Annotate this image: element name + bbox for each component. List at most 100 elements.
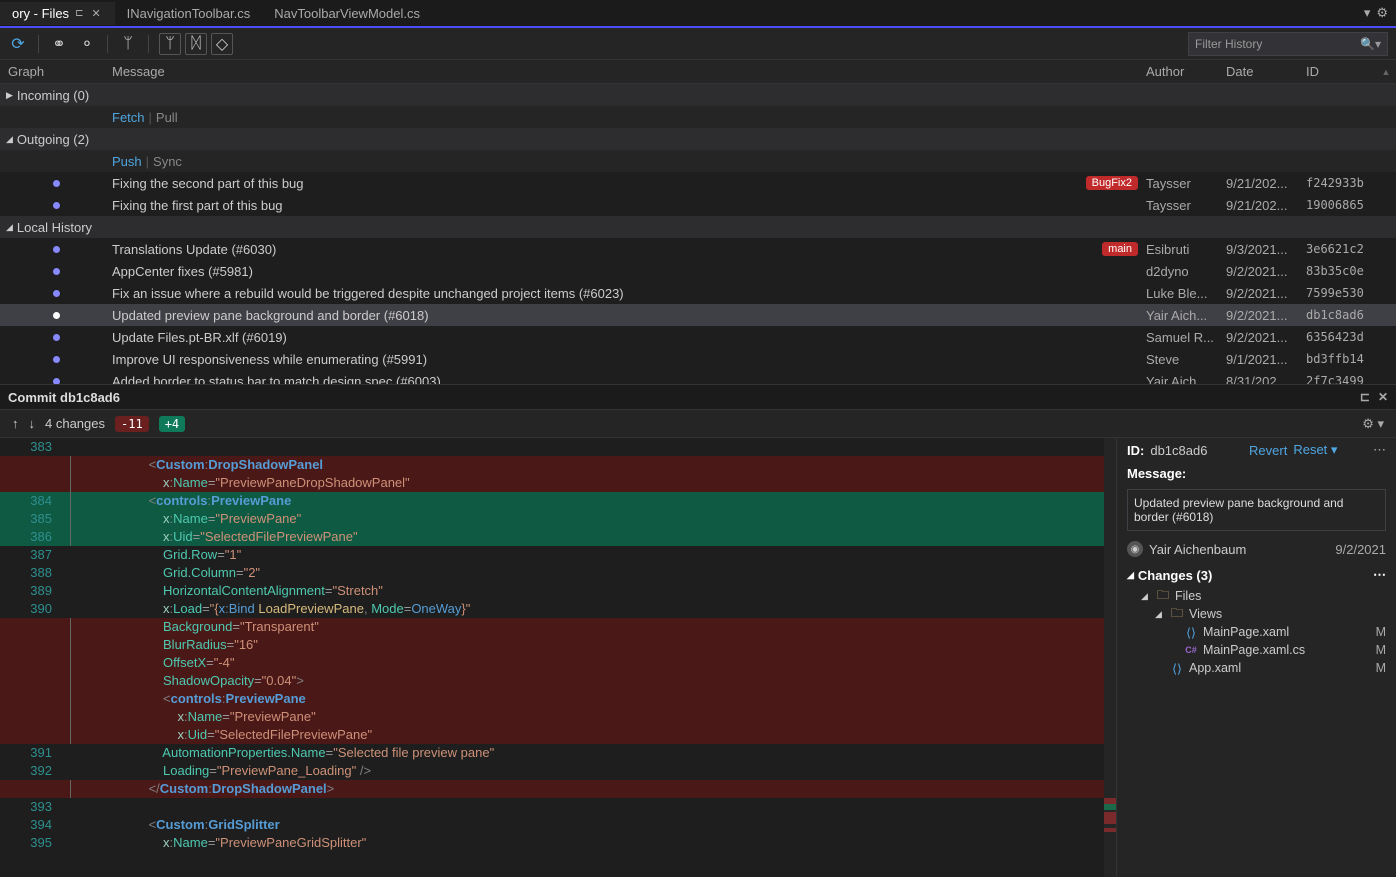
col-author[interactable]: Author xyxy=(1146,64,1226,79)
commit-row[interactable]: Fixing the second part of this bug BugFix… xyxy=(0,172,1396,194)
filter-icon[interactable]: ⚬ xyxy=(77,34,97,54)
commit-id: f242933b xyxy=(1306,176,1378,190)
col-date[interactable]: Date xyxy=(1226,64,1306,79)
commit-message: Fixing the second part of this bug xyxy=(112,176,304,191)
filter-icon[interactable]: ⚭ xyxy=(49,34,69,54)
sync-link[interactable]: Sync xyxy=(153,154,182,169)
local-history-section[interactable]: ◢Local History xyxy=(0,216,1396,238)
commit-id: 2f7c3499 xyxy=(1306,374,1378,384)
commit-message: Fixing the first part of this bug xyxy=(112,198,283,213)
commit-author: d2dyno xyxy=(1146,264,1226,279)
close-icon[interactable]: ✕ xyxy=(1378,390,1388,404)
commit-message: Updated preview pane background and bord… xyxy=(1127,489,1386,531)
commit-author: Luke Ble... xyxy=(1146,286,1226,301)
col-message[interactable]: Message xyxy=(112,64,1146,79)
commit-row[interactable]: Update Files.pt-BR.xlf (#6019) Samuel R..… xyxy=(0,326,1396,348)
filter-placeholder: Filter History xyxy=(1195,37,1262,51)
commit-detail-split: 383 <Custom:DropShadowPanel x:Name="Prev… xyxy=(0,438,1396,877)
commit-row[interactable]: Improve UI responsiveness while enumerat… xyxy=(0,348,1396,370)
commit-date: 9/2/2021... xyxy=(1226,330,1306,345)
commit-author: Yair Aich... xyxy=(1146,374,1226,385)
graph-mode-icon[interactable]: ◇ xyxy=(211,33,233,55)
restore-icon[interactable]: ⊏ xyxy=(1360,390,1370,404)
branch-tag: BugFix2 xyxy=(1086,176,1138,190)
revert-link[interactable]: Revert xyxy=(1249,443,1287,458)
close-icon[interactable]: ✕ xyxy=(89,7,102,20)
history-columns: Graph Message Author Date ID ▲ xyxy=(0,60,1396,84)
commit-details-panel: ID: db1c8ad6 Revert Reset ▾ ⋯ Message: U… xyxy=(1116,438,1396,877)
tree-file[interactable]: C#MainPage.xaml.csM xyxy=(1127,641,1396,659)
commit-date: 9/1/2021... xyxy=(1226,352,1306,367)
commit-message: Improve UI responsiveness while enumerat… xyxy=(112,352,427,367)
commit-id: 7599e530 xyxy=(1306,286,1378,300)
incoming-section[interactable]: ▶Incoming (0) xyxy=(0,84,1396,106)
fetch-link[interactable]: Fetch xyxy=(112,110,145,125)
commit-date: 9/2/2021 xyxy=(1335,542,1386,557)
search-icon[interactable]: 🔍▾ xyxy=(1360,37,1381,51)
tree-folder[interactable]: ◢🗀Files xyxy=(1127,587,1396,605)
commit-row[interactable]: Added border to status bar to match desi… xyxy=(0,370,1396,384)
more-icon[interactable]: ⋯ xyxy=(1373,567,1386,583)
commit-date: 9/21/202... xyxy=(1226,176,1306,191)
tab-file[interactable]: INavigationToolbar.cs xyxy=(115,2,263,25)
tree-folder[interactable]: ◢🗀Views xyxy=(1127,605,1396,623)
tab-file[interactable]: NavToolbarViewModel.cs xyxy=(262,2,432,25)
commit-author: Esibruti xyxy=(1146,242,1226,257)
commit-date: 9/21/202... xyxy=(1226,198,1306,213)
graph-mode-icon[interactable]: ᛞ xyxy=(185,33,207,55)
message-label: Message: xyxy=(1127,466,1186,481)
gear-icon[interactable]: ⚙ xyxy=(1376,5,1388,21)
gear-icon[interactable]: ⚙ ▾ xyxy=(1362,416,1384,432)
changes-count: 4 changes xyxy=(45,416,105,431)
commit-date: 8/31/202... xyxy=(1226,374,1306,385)
incoming-links: Fetch|Pull xyxy=(0,106,1396,128)
pin-icon[interactable]: ⊏ xyxy=(75,8,83,19)
added-badge: +4 xyxy=(159,416,185,432)
reset-link[interactable]: Reset ▾ xyxy=(1293,442,1337,458)
commit-message: Translations Update (#6030) xyxy=(112,242,276,257)
tab-label: NavToolbarViewModel.cs xyxy=(274,6,420,21)
next-change-icon[interactable]: ↓ xyxy=(29,416,36,431)
branch-icon[interactable]: ᛘ xyxy=(118,34,138,54)
avatar: ◉ xyxy=(1127,541,1143,557)
graph-mode-icon[interactable]: ᛘ xyxy=(159,33,181,55)
outgoing-section[interactable]: ◢Outgoing (2) xyxy=(0,128,1396,150)
id-value: db1c8ad6 xyxy=(1150,443,1207,458)
tree-file[interactable]: ⟨⟩App.xamlM xyxy=(1127,659,1396,677)
commit-author: Steve xyxy=(1146,352,1226,367)
filter-history-input[interactable]: Filter History 🔍▾ xyxy=(1188,32,1388,56)
commit-author: Samuel R... xyxy=(1146,330,1226,345)
tree-file[interactable]: ⟨⟩MainPage.xamlM xyxy=(1127,623,1396,641)
editor-tabs: ory - Files ⊏ ✕ INavigationToolbar.cs Na… xyxy=(0,0,1396,28)
prev-change-icon[interactable]: ↑ xyxy=(12,416,19,431)
commit-message: AppCenter fixes (#5981) xyxy=(112,264,253,279)
changes-header[interactable]: Changes (3) xyxy=(1138,568,1212,583)
commit-row[interactable]: AppCenter fixes (#5981)d2dyno9/2/2021...… xyxy=(0,260,1396,282)
commit-message: Update Files.pt-BR.xlf (#6019) xyxy=(112,330,287,345)
commit-row[interactable]: Translations Update (#6030)mainEsibruti9… xyxy=(0,238,1396,260)
diff-view[interactable]: 383 <Custom:DropShadowPanel x:Name="Prev… xyxy=(0,438,1116,877)
more-icon[interactable]: ⋯ xyxy=(1373,442,1386,458)
commit-id: 19006865 xyxy=(1306,198,1378,212)
branch-tag: main xyxy=(1102,242,1138,256)
commit-id: db1c8ad6 xyxy=(1306,308,1378,322)
minimap[interactable] xyxy=(1104,438,1116,877)
col-graph[interactable]: Graph xyxy=(0,64,112,79)
pull-link[interactable]: Pull xyxy=(156,110,178,125)
tab-history[interactable]: ory - Files ⊏ ✕ xyxy=(0,2,115,25)
history-toolbar: ⟳ ⚭ ⚬ ᛘ ᛘ ᛞ ◇ Filter History 🔍▾ xyxy=(0,28,1396,60)
history-list: ▶Incoming (0) Fetch|Pull ◢Outgoing (2) P… xyxy=(0,84,1396,384)
push-link[interactable]: Push xyxy=(112,154,142,169)
commit-id: 83b35c0e xyxy=(1306,264,1378,278)
dropdown-icon[interactable]: ▾ xyxy=(1364,5,1371,21)
commit-row[interactable]: Fix an issue where a rebuild would be tr… xyxy=(0,282,1396,304)
scroll-up-icon[interactable]: ▲ xyxy=(1378,64,1394,80)
tab-label: INavigationToolbar.cs xyxy=(127,6,251,21)
refresh-icon[interactable]: ⟳ xyxy=(8,34,28,54)
commit-id: bd3ffb14 xyxy=(1306,352,1378,366)
id-label: ID: xyxy=(1127,443,1144,458)
commit-date: 9/2/2021... xyxy=(1226,286,1306,301)
commit-row[interactable]: Fixing the first part of this bugTaysser… xyxy=(0,194,1396,216)
commit-row[interactable]: Updated preview pane background and bord… xyxy=(0,304,1396,326)
commit-author: Taysser xyxy=(1146,176,1226,191)
